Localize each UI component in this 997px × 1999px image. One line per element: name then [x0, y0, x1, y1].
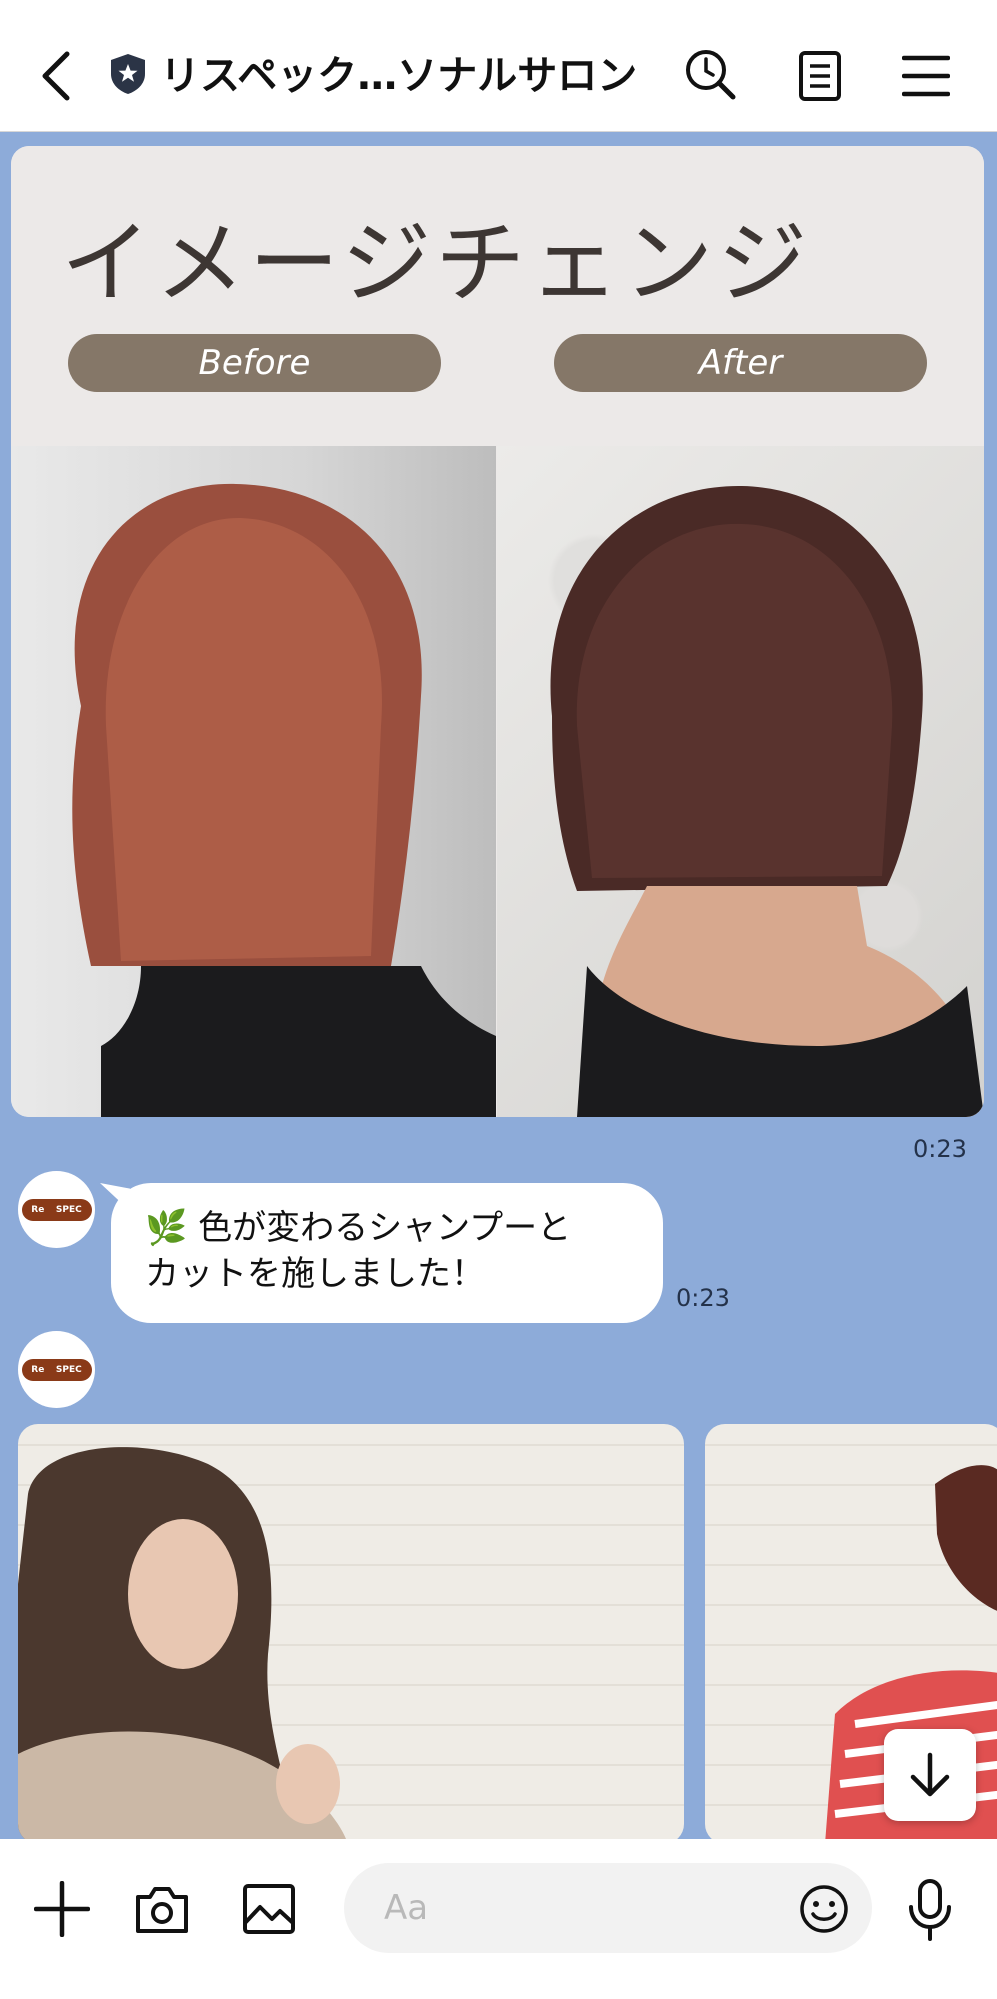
after-label: After	[554, 334, 927, 392]
model-photo-illustration	[18, 1447, 348, 1844]
salon-logo: Re SPEC	[21, 1358, 92, 1381]
before-label: Before	[68, 334, 441, 392]
carousel-card[interactable]	[18, 1424, 684, 1844]
image-change-card[interactable]: イメージチェンジ Before After	[11, 146, 984, 1117]
chat-title[interactable]: リスペック…ソナルサロン	[160, 48, 640, 104]
logo-text-spec: SPEC	[55, 1204, 82, 1215]
logo-text-re: Re	[31, 1364, 45, 1375]
search-button[interactable]	[680, 44, 740, 104]
add-button[interactable]	[30, 1877, 94, 1941]
menu-icon	[902, 55, 950, 97]
message-text-1: 色が変わるシャンプーと	[198, 1208, 572, 1248]
search-history-icon	[686, 50, 736, 100]
back-icon	[42, 51, 70, 101]
message-line-1: 🌿 色が変わるシャンプーと	[145, 1205, 635, 1251]
official-account-shield-icon	[111, 54, 145, 94]
before-hair-illustration	[72, 483, 496, 1117]
message-time: 0:23	[676, 1284, 730, 1312]
herb-emoji-icon: 🌿	[145, 1208, 188, 1248]
camera-icon	[136, 1887, 188, 1933]
chat-header: リスペック…ソナルサロン	[0, 0, 997, 132]
logo-text-spec: SPEC	[55, 1364, 82, 1375]
notes-icon	[799, 51, 841, 101]
after-hair-illustration	[550, 485, 984, 1117]
message-input-bar	[0, 1839, 997, 1999]
menu-button[interactable]	[898, 48, 954, 104]
message-input[interactable]	[384, 1863, 784, 1953]
image-icon	[243, 1884, 295, 1934]
notes-button[interactable]	[790, 44, 850, 108]
card-heading: イメージチェンジ	[61, 211, 812, 316]
microphone-icon	[909, 1879, 951, 1941]
arrow-down-icon	[910, 1752, 950, 1797]
avatar[interactable]: Re SPEC	[18, 1331, 95, 1408]
scroll-to-bottom-button[interactable]	[884, 1729, 976, 1821]
gallery-button[interactable]	[237, 1877, 301, 1941]
card-banner: イメージチェンジ Before After	[11, 146, 984, 446]
plus-icon	[34, 1881, 90, 1937]
message-time: 0:23	[913, 1135, 967, 1163]
emoji-icon[interactable]	[798, 1883, 850, 1935]
camera-button[interactable]	[130, 1877, 194, 1941]
message-bubble[interactable]: 🌿 色が変わるシャンプーと カットを施しました！	[111, 1183, 663, 1323]
message-input-box[interactable]	[344, 1863, 872, 1953]
avatar[interactable]: Re SPEC	[18, 1171, 95, 1248]
after-photo	[497, 446, 984, 1117]
back-button[interactable]	[30, 46, 80, 106]
message-text-2: カットを施しました！	[145, 1254, 485, 1294]
logo-text-re: Re	[31, 1204, 45, 1215]
voice-button[interactable]	[898, 1875, 962, 1945]
before-photo	[11, 446, 496, 1117]
salon-logo: Re SPEC	[21, 1198, 92, 1221]
